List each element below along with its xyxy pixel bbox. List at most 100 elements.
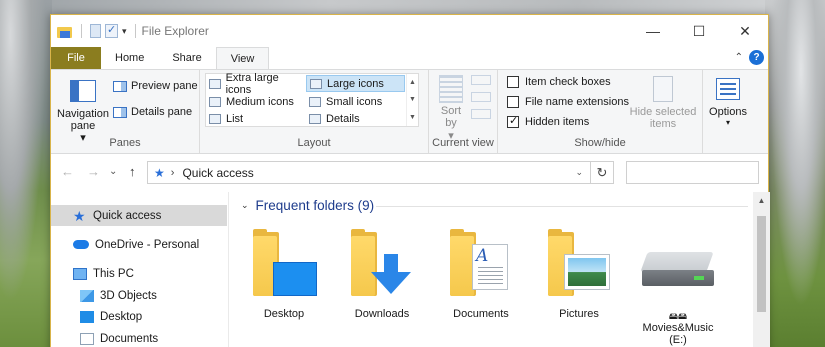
back-button[interactable]: ← bbox=[61, 164, 74, 179]
chevron-down-icon: ⌄ bbox=[241, 200, 249, 210]
hide-selected-items-icon bbox=[653, 76, 673, 102]
search-input[interactable] bbox=[626, 161, 759, 184]
preview-pane-button[interactable]: Preview pane bbox=[113, 80, 198, 92]
list-icon bbox=[209, 113, 221, 124]
maximize-button[interactable]: ☐ bbox=[676, 15, 722, 47]
toolbar-separator bbox=[81, 24, 82, 38]
current-view-group: Sort by ▾ Current view bbox=[429, 70, 498, 153]
add-columns-icon[interactable] bbox=[471, 92, 491, 102]
tab-home[interactable]: Home bbox=[101, 47, 158, 69]
group-label-layout: Layout bbox=[297, 137, 331, 149]
scrollbar-thumb[interactable] bbox=[757, 216, 766, 312]
explorer-body: ★ Quick access OneDrive - Personal This … bbox=[51, 192, 770, 347]
layout-item-label: Extra large icons bbox=[225, 71, 279, 96]
quick-access-star-icon: ★ bbox=[154, 165, 165, 180]
layout-list[interactable]: List bbox=[206, 110, 304, 127]
options-group: Options ▾ bbox=[703, 70, 753, 153]
address-dropdown[interactable]: ⌄ bbox=[575, 167, 583, 178]
item-check-boxes-checkbox[interactable]: Item check boxes bbox=[507, 76, 611, 88]
minimize-ribbon-icon[interactable]: ⌃ bbox=[735, 52, 743, 63]
content-pane: ⌄ Frequent folders (9) Desktop Downloads… bbox=[229, 192, 770, 347]
breadcrumb-quick-access[interactable]: Quick access bbox=[182, 166, 253, 180]
layout-extra-large-icons[interactable]: Extra large icons bbox=[206, 72, 304, 96]
folder-tile-downloads[interactable]: Downloads bbox=[333, 228, 431, 320]
sidebar-item-quick-access[interactable]: ★ Quick access bbox=[51, 205, 227, 226]
layout-medium-icons[interactable]: Medium icons bbox=[206, 93, 304, 110]
details-pane-button[interactable]: Details pane bbox=[113, 106, 192, 118]
layout-gallery-scroll[interactable]: ▲ ▼ ▼ bbox=[406, 74, 418, 126]
scroll-up-arrow[interactable]: ▲ bbox=[753, 192, 770, 209]
layout-small-icons[interactable]: Small icons bbox=[306, 93, 405, 110]
sort-by-button[interactable]: Sort by ▾ bbox=[437, 75, 465, 142]
breadcrumb-separator[interactable]: › bbox=[171, 167, 175, 179]
options-label: Options bbox=[709, 106, 747, 118]
layout-large-icons[interactable]: Large icons bbox=[306, 75, 405, 92]
drive-icon bbox=[638, 246, 718, 304]
minimize-button[interactable]: — bbox=[630, 15, 676, 47]
frequent-folders-header[interactable]: ⌄ Frequent folders (9) bbox=[241, 198, 374, 213]
desktop-wallpaper-right bbox=[765, 0, 825, 347]
drive-tile-movies-music[interactable]: 🖴🖴 Movies&Music (E:) bbox=[629, 228, 727, 346]
star-icon: ★ bbox=[73, 207, 86, 224]
size-columns-icon[interactable] bbox=[471, 109, 491, 119]
drive-letter: (E:) bbox=[669, 334, 687, 346]
layout-item-label: Details bbox=[326, 112, 360, 125]
refresh-button[interactable]: ↻ bbox=[590, 162, 613, 183]
section-title: Frequent folders (9) bbox=[255, 198, 375, 213]
desktop-wallpaper-left bbox=[0, 0, 52, 347]
sidebar-item-3d-objects[interactable]: 3D Objects bbox=[51, 285, 227, 306]
expand-gallery-icon[interactable]: ▼ bbox=[409, 114, 416, 121]
layout-details[interactable]: Details bbox=[306, 110, 405, 127]
forward-button[interactable]: → bbox=[87, 164, 100, 179]
ribbon-tabs: File Home Share View ⌃ ? bbox=[51, 47, 768, 70]
tab-view[interactable]: View bbox=[215, 47, 270, 70]
tab-file[interactable]: File bbox=[51, 47, 101, 69]
sidebar-item-onedrive[interactable]: OneDrive - Personal bbox=[51, 234, 227, 255]
section-divider bbox=[376, 206, 748, 207]
scroll-down-icon[interactable]: ▼ bbox=[409, 96, 416, 103]
properties-icon[interactable] bbox=[90, 24, 101, 38]
navigation-pane-button[interactable]: Navigation pane ▾ bbox=[57, 76, 109, 144]
documents-icon bbox=[80, 332, 94, 345]
hide-selected-items-label: Hide selected items bbox=[629, 106, 697, 130]
sidebar-item-documents[interactable]: Documents bbox=[51, 328, 227, 347]
folder-tile-pictures[interactable]: Pictures bbox=[530, 228, 628, 320]
tab-share[interactable]: Share bbox=[158, 47, 215, 69]
sidebar-item-this-pc[interactable]: This PC bbox=[51, 263, 227, 284]
options-icon bbox=[716, 78, 740, 100]
folder-label: Desktop bbox=[263, 308, 305, 320]
hide-selected-items-button[interactable]: Hide selected items bbox=[628, 76, 698, 130]
drive-label: 🖴🖴 Movies&Music (E:) bbox=[629, 310, 727, 346]
sidebar-item-label: Desktop bbox=[100, 310, 143, 323]
checkbox-label: Item check boxes bbox=[525, 76, 611, 88]
ribbon-view: Navigation pane ▾ Preview pane Details p… bbox=[51, 69, 768, 154]
sidebar-item-desktop[interactable]: Desktop bbox=[51, 306, 227, 327]
address-bar[interactable]: ★ › Quick access ⌄ ↻ bbox=[147, 161, 614, 184]
close-button[interactable]: ✕ bbox=[722, 15, 768, 47]
vertical-scrollbar[interactable]: ▲ bbox=[753, 192, 770, 347]
folder-tile-desktop[interactable]: Desktop bbox=[235, 228, 333, 320]
customize-toolbar-dropdown[interactable]: ▾ bbox=[122, 26, 127, 37]
large-icons-icon bbox=[310, 78, 322, 89]
help-icon[interactable]: ? bbox=[749, 50, 764, 65]
folder-icon bbox=[542, 228, 616, 300]
drive-name: Movies&Music bbox=[642, 322, 714, 334]
up-button[interactable]: ↑ bbox=[129, 164, 136, 179]
picture-icon bbox=[564, 254, 610, 290]
file-explorer-window: ▾ File Explorer — ☐ ✕ File Home Share Vi… bbox=[50, 14, 770, 347]
file-explorer-icon[interactable] bbox=[57, 25, 73, 38]
group-by-icon[interactable] bbox=[471, 75, 491, 85]
new-folder-icon[interactable] bbox=[105, 23, 118, 38]
recent-locations-dropdown[interactable]: ⌄ bbox=[109, 166, 117, 177]
folder-tile-documents[interactable]: A Documents bbox=[432, 228, 530, 320]
quick-access-toolbar: ▾ bbox=[51, 23, 140, 38]
options-button[interactable]: Options ▾ bbox=[705, 76, 751, 127]
scroll-up-icon[interactable]: ▲ bbox=[409, 79, 416, 86]
hidden-items-checkbox[interactable]: Hidden items bbox=[507, 114, 590, 128]
file-name-extensions-checkbox[interactable]: File name extensions bbox=[507, 96, 629, 108]
checkbox-box bbox=[507, 96, 519, 108]
window-controls: — ☐ ✕ bbox=[630, 15, 768, 47]
sidebar-item-label: OneDrive - Personal bbox=[95, 238, 200, 251]
checkbox-label: Hidden items bbox=[525, 116, 590, 128]
desktop-icon bbox=[273, 262, 317, 296]
